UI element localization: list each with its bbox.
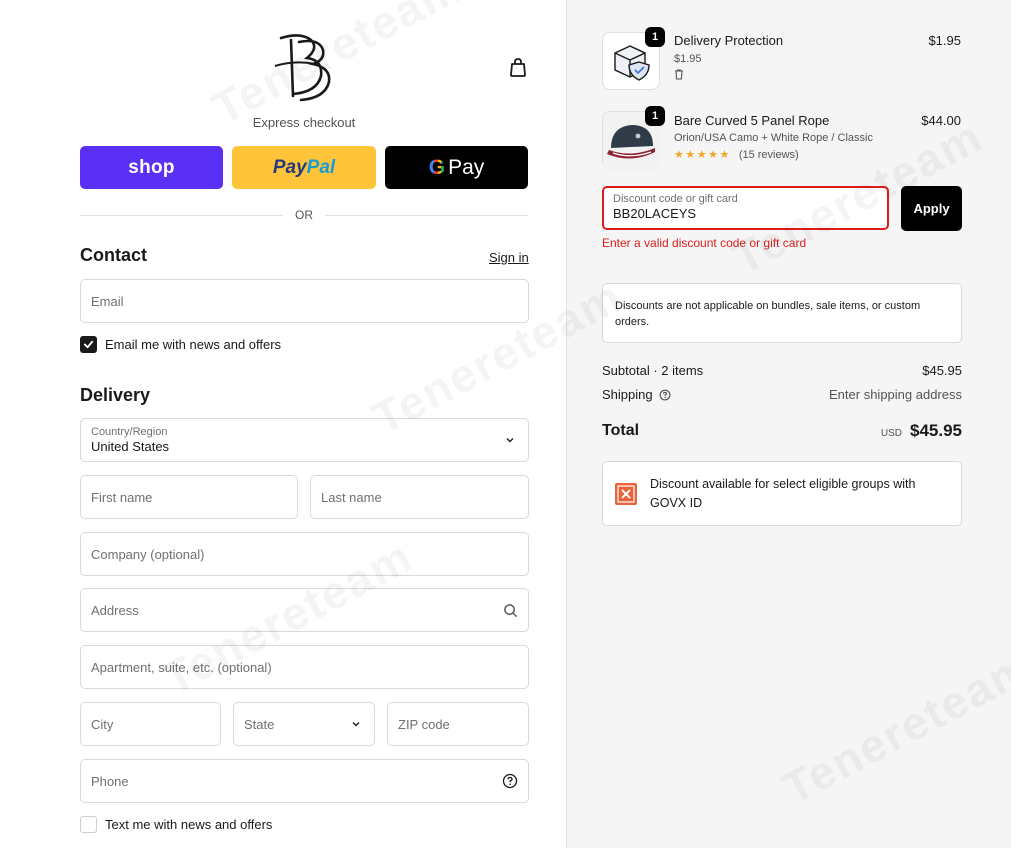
chevron-down-icon <box>352 722 360 727</box>
country-label: Country/Region <box>91 425 168 438</box>
city-placeholder: City <box>91 716 114 732</box>
last-name-placeholder: Last name <box>321 489 382 505</box>
total-value: $45.95 <box>910 421 962 440</box>
item-price: $44.00 <box>921 113 961 128</box>
hat-thumbnail: 1 <box>602 106 665 170</box>
paypal-label-part1: Pay <box>272 156 307 178</box>
subtotal-value: $45.95 <box>922 363 962 378</box>
sms-news-checkbox-row[interactable]: Text me with news and offers <box>80 816 272 833</box>
contact-heading: Contact <box>80 245 147 265</box>
sign-in-link[interactable]: Sign in <box>489 250 529 265</box>
discount-value: BB20LACEYS <box>613 206 697 221</box>
paypal-label-part2: Pal <box>306 156 336 178</box>
delivery-heading: Delivery <box>80 385 151 405</box>
apartment-placeholder: Apartment, suite, etc. (optional) <box>91 659 272 675</box>
email-placeholder: Email <box>91 293 124 309</box>
shopping-bag-icon[interactable] <box>506 55 530 79</box>
shipping-value: Enter shipping address <box>829 387 962 402</box>
discount-label: Discount code or gift card <box>613 193 738 205</box>
email-field[interactable]: Email <box>80 279 529 323</box>
address-field[interactable]: Address <box>80 588 529 632</box>
item-variant: Orion/USA Camo + White Rope / Classic <box>674 132 873 144</box>
shipping-row: Shipping <box>602 387 671 402</box>
country-select[interactable]: Country/Region United States <box>80 418 529 462</box>
zip-placeholder: ZIP code <box>398 716 450 732</box>
paypal-button[interactable]: Pay Pal <box>232 146 376 189</box>
search-icon[interactable] <box>502 602 518 618</box>
item-name: Delivery Protection <box>674 33 784 48</box>
company-placeholder: Company (optional) <box>91 546 205 562</box>
email-news-checkbox-row[interactable]: Email me with news and offers <box>80 336 281 353</box>
apply-button[interactable]: Apply <box>901 186 962 231</box>
state-placeholder: State <box>244 716 275 732</box>
govx-discount-banner[interactable]: Discount available for select eligible g… <box>602 461 962 526</box>
shop-pay-label: shop <box>128 156 175 178</box>
email-news-label: Email me with news and offers <box>105 337 282 352</box>
item-name: Bare Curved 5 Panel Rope <box>674 113 830 128</box>
email-news-checkbox[interactable] <box>80 336 97 353</box>
sms-news-label: Text me with news and offers <box>105 817 273 832</box>
total-amount: USD $45.95 <box>881 421 962 441</box>
help-icon[interactable] <box>659 389 671 401</box>
rating-row: ★★★★★ (15 reviews) <box>674 148 799 162</box>
company-field[interactable]: Company (optional) <box>80 532 529 576</box>
star-rating-icon: ★★★★★ <box>674 149 731 161</box>
or-divider: OR <box>80 208 528 222</box>
brand-logo[interactable] <box>271 30 337 102</box>
trash-icon[interactable] <box>673 67 685 85</box>
phone-placeholder: Phone <box>91 773 129 789</box>
google-pay-button[interactable]: G Pay <box>385 146 528 189</box>
review-count: (15 reviews) <box>738 148 799 161</box>
shop-pay-button[interactable]: shop <box>80 146 223 189</box>
express-checkout-label: Express checkout <box>252 115 356 130</box>
discount-notice: Discounts are not applicable on bundles,… <box>602 283 962 343</box>
sms-news-checkbox[interactable] <box>80 816 97 833</box>
state-select[interactable]: State <box>233 702 375 746</box>
address-placeholder: Address <box>91 602 139 618</box>
govx-icon <box>615 482 637 505</box>
chevron-down-icon <box>506 438 514 443</box>
first-name-placeholder: First name <box>91 489 153 505</box>
google-g-icon: G <box>428 155 446 179</box>
discount-error: Enter a valid discount code or gift card <box>602 236 807 250</box>
last-name-field[interactable]: Last name <box>310 475 529 519</box>
or-label: OR <box>295 208 313 222</box>
zip-field[interactable]: ZIP code <box>387 702 529 746</box>
quantity-badge: 1 <box>645 106 665 126</box>
total-label: Total <box>602 422 640 439</box>
apartment-field[interactable]: Apartment, suite, etc. (optional) <box>80 645 529 689</box>
currency-code: USD <box>880 428 902 439</box>
country-value: United States <box>91 438 170 454</box>
shipping-label: Shipping <box>602 387 653 402</box>
item-subprice: $1.95 <box>674 53 702 65</box>
phone-field[interactable]: Phone <box>80 759 529 803</box>
discount-code-field[interactable]: Discount code or gift card BB20LACEYS <box>602 186 889 230</box>
check-icon <box>83 340 94 349</box>
subtotal-label: Subtotal · 2 items <box>602 363 704 378</box>
item-price: $1.95 <box>928 33 961 48</box>
first-name-field[interactable]: First name <box>80 475 298 519</box>
google-pay-label: Pay <box>448 155 485 179</box>
city-field[interactable]: City <box>80 702 221 746</box>
govx-text: Discount available for select eligible g… <box>650 476 916 510</box>
quantity-badge: 1 <box>645 27 665 47</box>
help-icon[interactable] <box>502 773 518 789</box>
delivery-protection-thumbnail: 1 <box>602 27 665 90</box>
